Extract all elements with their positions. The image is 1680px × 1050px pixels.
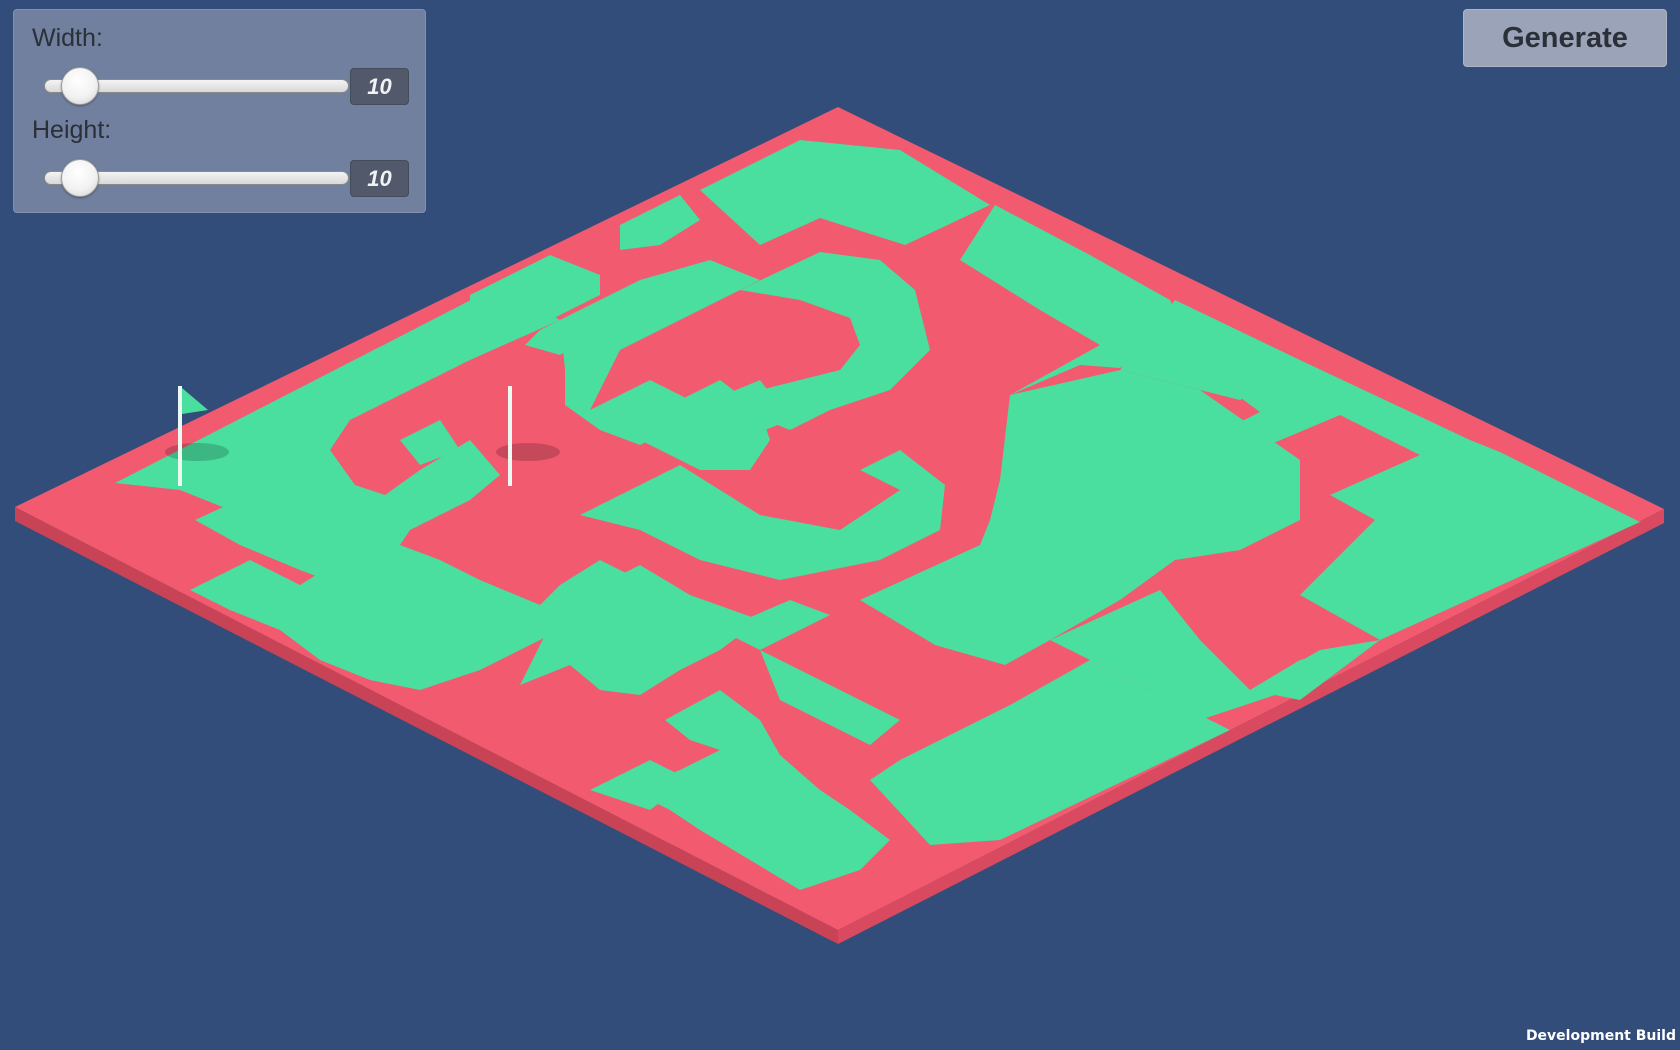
height-slider-thumb[interactable] [61,159,99,197]
height-value: 10 [350,160,409,197]
width-value: 10 [350,68,409,105]
width-label: Width: [32,24,103,52]
width-slider-thumb[interactable] [61,67,99,105]
game-viewport: Width: 10 Height: 10 Generate Developmen… [0,0,1680,1050]
generate-button[interactable]: Generate [1463,9,1667,67]
settings-panel: Width: 10 Height: 10 [13,9,426,213]
flag-icon [182,388,208,414]
development-build-label: Development Build [1525,1028,1676,1044]
height-label: Height: [32,116,112,144]
